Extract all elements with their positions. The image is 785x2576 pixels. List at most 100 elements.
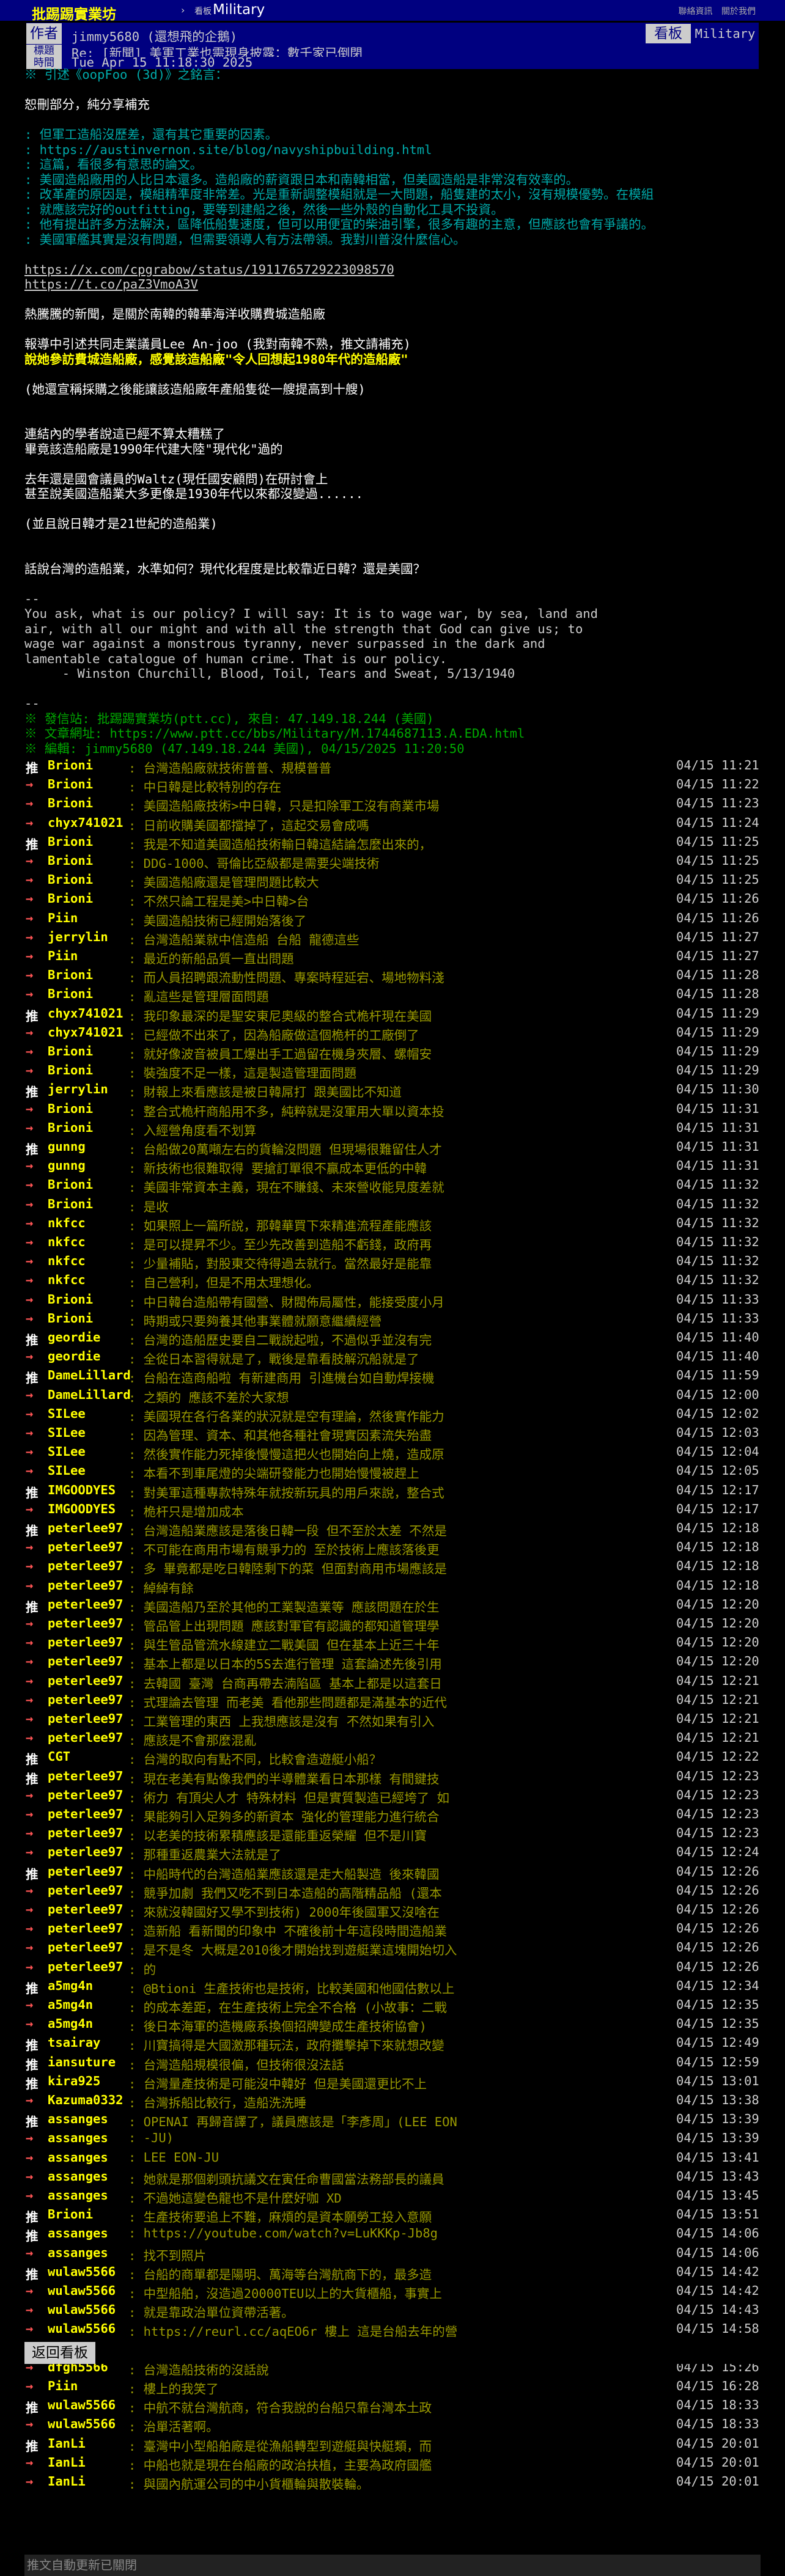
push-content: : -JU): [128, 2130, 174, 2146]
push-time: 04/15 12:49: [676, 2035, 759, 2050]
about-link[interactable]: 關於我們: [721, 7, 756, 17]
contact-link[interactable]: 聯絡資訊: [679, 7, 713, 17]
push-user: SILee: [48, 1406, 86, 1421]
push-tag: →: [26, 1940, 34, 1955]
push-tag: →: [26, 1463, 34, 1478]
meta-author-row: 作者 jimmy5680 (還想飛的企鵝) 看板 Military: [26, 23, 759, 45]
push-user: Brioni: [48, 796, 94, 811]
push-content: : 因為管理、資本、和其他各種社會現實因素流失殆盡: [128, 1428, 432, 1443]
push-time: 04/15 11:26: [676, 910, 759, 925]
push-tag: →: [26, 1959, 34, 1974]
push-time: 04/15 20:01: [676, 2474, 759, 2489]
push-time: 04/15 12:18: [676, 1558, 759, 1574]
push-time: 04/15 12:04: [676, 1444, 759, 1459]
push-user: Brioni: [48, 967, 94, 983]
push-time: 04/15 12:26: [676, 1921, 759, 1936]
push-time: 04/15 11:21: [676, 758, 759, 772]
push-tag: →: [26, 1826, 34, 1841]
push-user: a5mg4n: [48, 1978, 94, 1993]
push-content: : 我印象最深的是聖安東尼奧級的整合式桅杆現在美國: [128, 1008, 432, 1024]
article-link[interactable]: https://t.co/paZ3VmoA3V: [24, 277, 198, 292]
push-content: : 不可能在商用市場有競爭力的 至於技術上應該落後更: [128, 1543, 440, 1558]
author-value: jimmy5680 (還想飛的企鵝): [72, 29, 238, 44]
push-tag: →: [26, 2379, 34, 2393]
push-tag: →: [26, 1235, 34, 1249]
push-user: CGT: [48, 1749, 71, 1764]
site-logo-link[interactable]: 批踢踢實業坊: [32, 2, 116, 23]
push-tag: 推: [26, 2267, 39, 2282]
push-user: chyx741021: [48, 1024, 123, 1040]
article-link[interactable]: https://x.com/cpgrabow/status/1911765729…: [24, 262, 394, 277]
push-content: : 以老美的技術累積應該是還能重返榮耀 但不是川寶: [128, 1829, 427, 1844]
push-user: peterlee97: [48, 1940, 123, 1955]
article-line: : 美國造船廠用的人比日本還多。造船廠的薪資跟日本和南韓相當，但美國造船是非常沒…: [24, 172, 579, 187]
article-line: --: [24, 696, 40, 711]
push-row: 推 IMGOODYES: 對美軍這種專款特殊年就按新玩具的用戶來說，整合式 04/1…: [24, 1481, 764, 1500]
push-tag: →: [26, 1101, 34, 1116]
push-row: → assanges: -JU) 04/15 13:39: [24, 2129, 764, 2148]
push-user: jerrylin: [48, 1082, 108, 1097]
push-time: 04/15 11:33: [676, 1291, 759, 1307]
push-tag: 推: [26, 837, 39, 852]
push-row: 推 iansuture: 台灣造船規模很偏，但技術很沒法話 04/15 12:59: [24, 2053, 764, 2072]
push-user: Brioni: [48, 1120, 94, 1135]
push-user: peterlee97: [48, 1558, 123, 1574]
article-line: 報導中引述共同走業議員Lee An-joo (我對南韓不熟，推文請補充): [24, 337, 411, 351]
push-time: 04/15 12:26: [676, 1940, 759, 1955]
push-content: : 川寶搞得是大國激那種玩法，政府攤擊掉下來就想改變: [128, 2038, 444, 2053]
board-link[interactable]: Military: [213, 2, 265, 18]
article-line: 熱騰騰的新聞，是關於南韓的韓華海洋收購費城造船廠: [24, 307, 325, 321]
push-user: wulaw5566: [48, 2416, 116, 2432]
push-content: : 台灣的取向有點不同，比較會造遊艇小船？: [128, 1752, 382, 1767]
push-content: : 是可以提昇不少。至少先改善到造船不虧錢，政府再: [128, 1238, 432, 1252]
board-meta-tag: 看板: [646, 24, 691, 43]
article-line: 去年還是國會議員的Waltz(現任國安顧問)在研討會上: [24, 471, 328, 486]
push-time: 04/15 14:43: [676, 2302, 759, 2317]
push-row: → assanges: 不過她這變色龍也不是什麼好咖 XD 04/15 13:45: [24, 2187, 764, 2206]
push-content: : 現在老美有點像我們的半導體業看日本那樣 有間鍵技: [128, 1771, 440, 1786]
push-user: IMGOODYES: [48, 1501, 116, 1516]
push-time: 04/15 13:39: [676, 2112, 759, 2127]
article-line: 恕刪部分，純分享補充: [24, 97, 150, 112]
push-time: 04/15 11:32: [676, 1215, 759, 1230]
push-row: → peterlee97: 來就沒韓國好又學不到技術) 2000年後國軍又沒啥在 0…: [24, 1901, 764, 1920]
push-row: → peterlee97: 去韓國 臺灣 台商再帶去湳陷區 基本上都是以這套日 04…: [24, 1672, 764, 1691]
push-user: a5mg4n: [48, 2016, 94, 2031]
article-line: (並且說日韓才是21世紀的造船業): [24, 516, 218, 531]
push-row: → IanLi: 中船也就是現在台船廠的政治扶植，主要為政府國艦 04/15 20:…: [24, 2454, 764, 2473]
push-tag: 推: [26, 2076, 39, 2091]
push-content: : 而人員招聘跟流動性問題、專案時程延宕、場地物料淺: [128, 971, 444, 986]
push-content: : LEE EON-JU: [128, 2149, 219, 2165]
push-content: : 全從日本習得就是了，戰後是靠看肢解沉船就是了: [128, 1352, 419, 1367]
push-time: 04/15 12:20: [676, 1596, 759, 1612]
push-time: 04/15 14:06: [676, 2226, 759, 2241]
push-user: peterlee97: [48, 1521, 123, 1535]
push-user: peterlee97: [48, 1577, 123, 1593]
push-time: 04/15 12:26: [676, 1863, 759, 1879]
push-row: → Brioni: 中日韓是比較特別的存在 04/15 11:22: [24, 776, 764, 794]
push-tag: 推: [26, 2057, 39, 2072]
push-content: : 是不是冬 大概是2010後才開始找到遊艇業這塊開始切入: [128, 1943, 457, 1958]
push-tag: →: [26, 2302, 34, 2317]
push-row: 推 tsairay: 川寶搞得是大國激那種玩法，政府攤擊掉下來就想改變 04/15 …: [24, 2034, 764, 2053]
push-time: 04/15 12:35: [676, 2016, 759, 2031]
push-tag: →: [26, 777, 34, 792]
back-to-board-button[interactable]: 返回看板: [24, 2342, 95, 2364]
push-tag: →: [26, 1997, 34, 2012]
push-content: : 時期或只要夠養其他事業體就願意繼續經營: [128, 1313, 382, 1329]
push-tag: →: [26, 1921, 34, 1936]
push-user: kira925: [48, 2073, 101, 2088]
push-user: peterlee97: [48, 1863, 123, 1879]
push-tag: →: [26, 929, 34, 944]
push-content: : 中船也就是現在台船廠的政治扶植，主要為政府國艦: [128, 2457, 432, 2473]
push-time: 04/15 11:25: [676, 834, 759, 849]
push-tag: 推: [26, 1085, 39, 1100]
push-content: : 就好像波音被員工爆出手工過留在機身夾層、螺帽安: [128, 1047, 432, 1062]
push-row: → peterlee97: 競爭加劇 我們又吃不到日本造船的高階精品船 (還本 04…: [24, 1882, 764, 1901]
push-content: : 美國非常資本主義，現在不賺錢、未來營收能見度差就: [128, 1180, 444, 1195]
push-time: 04/15 20:01: [676, 2435, 759, 2451]
push-row: 推 jerrylin: 財報上來看應該是被日韓屌打 跟美國比不知道 04/15 11…: [24, 1081, 764, 1099]
push-content: : 裝強度不足一樣，這是製造管理面問題: [128, 1066, 357, 1081]
push-tag: 推: [26, 2229, 39, 2244]
push-tag: 推: [26, 1008, 39, 1024]
